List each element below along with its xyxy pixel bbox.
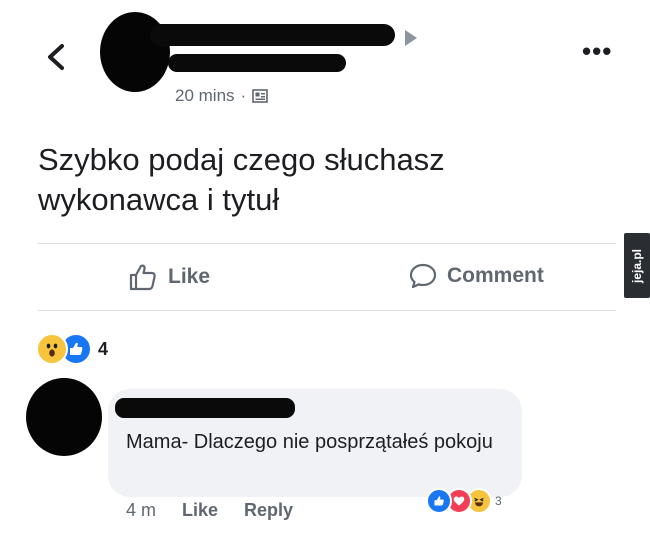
post-text: Szybko podaj czego słuchasz wykonawca i …: [38, 142, 445, 217]
comment-reply-button[interactable]: Reply: [244, 500, 293, 521]
more-options-button[interactable]: •••: [582, 38, 612, 64]
contact-card-icon: [252, 89, 269, 103]
reaction-count: 4: [98, 338, 109, 359]
author-subtitle-redacted: [168, 54, 346, 72]
watermark-logo: jeja.pl: [624, 233, 650, 298]
author-name-redacted[interactable]: [150, 24, 395, 46]
divider: [38, 310, 616, 311]
like-label: Like: [168, 265, 211, 288]
more-horizontal-icon: •••: [582, 36, 613, 66]
comment-reactions[interactable]: 3: [426, 488, 502, 514]
watermark-text: jeja.pl: [630, 248, 644, 283]
commenter-avatar[interactable]: [26, 378, 102, 456]
comment-text: Mama- Dlaczego nie posprzątałeś pokoju: [126, 431, 493, 453]
comment-meta: 4 m Like Reply: [126, 500, 293, 521]
chevron-left-icon: [48, 44, 64, 70]
thumbs-up-icon: [129, 264, 156, 291]
meta-dot: ·: [240, 86, 247, 105]
post-meta: 20 mins ·: [175, 86, 269, 106]
commenter-name-redacted[interactable]: [115, 398, 295, 418]
like-reaction-icon: [426, 488, 452, 514]
back-button[interactable]: [40, 40, 70, 74]
comment-reaction-count: 3: [495, 494, 502, 508]
comment-time[interactable]: 4 m: [126, 500, 156, 521]
comment-label: Comment: [447, 264, 544, 287]
divider: [38, 243, 616, 244]
play-arrow-icon: [405, 30, 417, 46]
reactions-summary[interactable]: 4: [36, 333, 108, 365]
speech-bubble-icon: [409, 263, 437, 289]
wow-reaction-icon: [36, 333, 68, 365]
like-button[interactable]: Like: [128, 262, 210, 292]
post-time[interactable]: 20 mins: [175, 86, 235, 106]
comment-button[interactable]: Comment: [409, 262, 544, 290]
comment-like-button[interactable]: Like: [182, 500, 218, 521]
